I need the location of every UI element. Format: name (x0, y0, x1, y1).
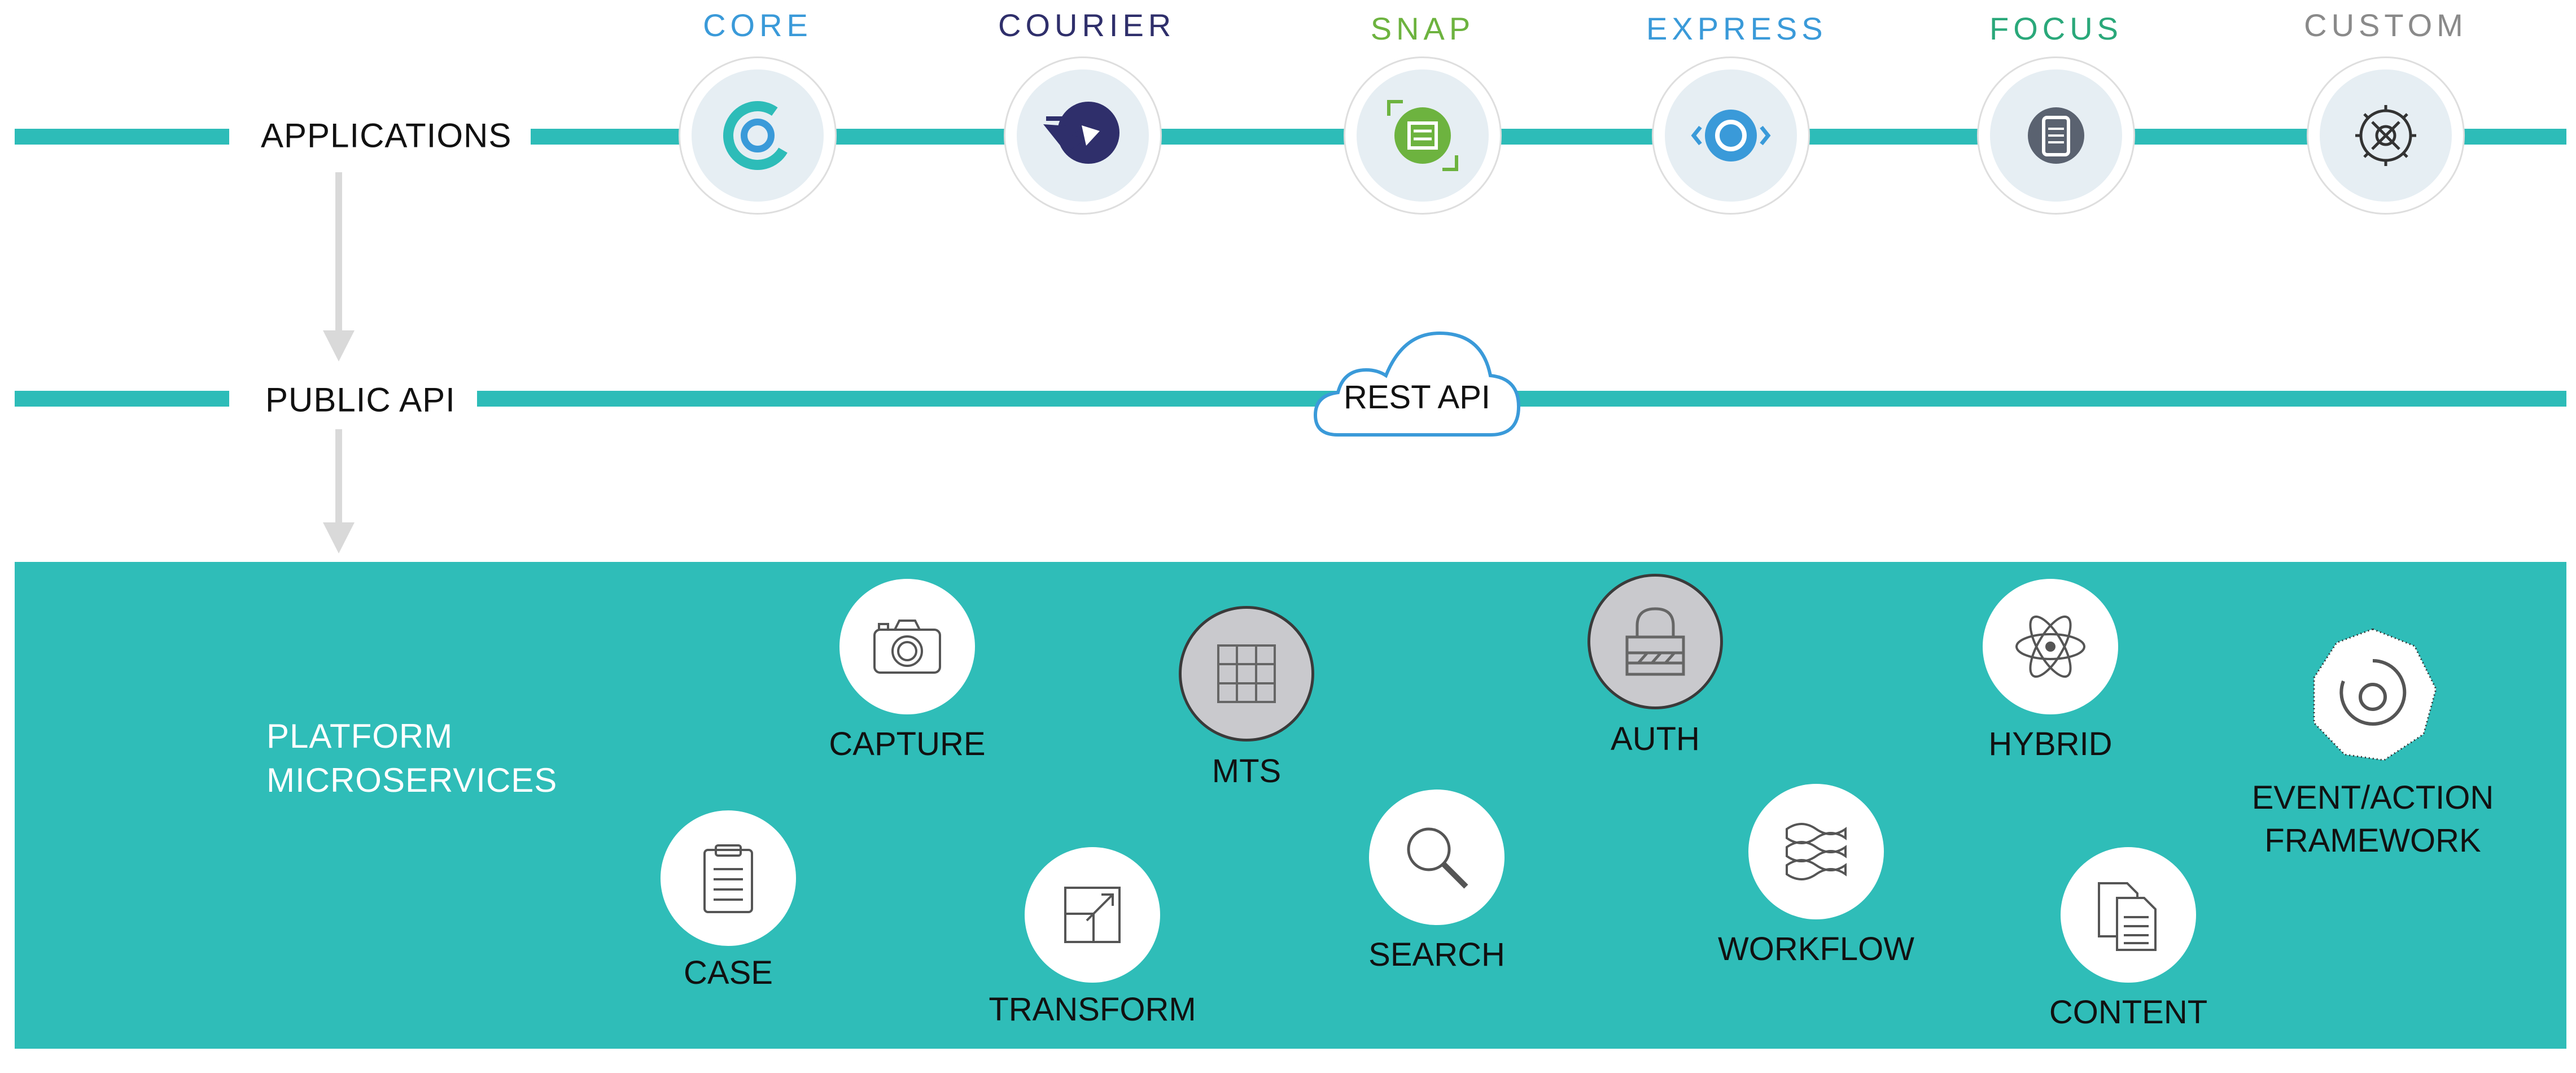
service-label: AUTH (1611, 721, 1700, 757)
app-custom[interactable]: CUSTOM (2301, 0, 2470, 226)
applications-line-left (15, 129, 229, 145)
service-label: CASE (684, 954, 773, 991)
focus-logo-icon (2028, 107, 2084, 164)
app-name: COURIER (998, 7, 1176, 43)
app-name: CUSTOM (2304, 7, 2468, 43)
snap-logo-icon (1387, 100, 1458, 171)
service-label: SEARCH (1368, 936, 1505, 973)
service-workflow[interactable]: WORKFLOW (1675, 784, 1957, 1010)
lock-icon (1625, 607, 1685, 676)
service-auth[interactable]: AUTH (1514, 574, 1796, 800)
arrow-down-icon (323, 429, 355, 553)
service-capture[interactable]: CAPTURE (766, 579, 1048, 805)
applications-layer-label: APPLICATIONS (261, 116, 512, 155)
app-core[interactable]: CORE (673, 0, 842, 226)
rest-api-label: REST API (1343, 379, 1491, 416)
public-api-line-left (15, 391, 229, 407)
service-label: TRANSFORM (989, 991, 1196, 1028)
platform-layer-label: PLATFORM MICROSERVICES (266, 717, 558, 799)
documents-icon (2098, 882, 2157, 951)
grid-icon (1217, 644, 1276, 703)
service-label: CONTENT (2049, 994, 2208, 1031)
service-content[interactable]: CONTENT (1987, 847, 2269, 1073)
service-label: EVENT/ACTION FRAMEWORK (2251, 779, 2494, 859)
clipboard-icon (703, 844, 753, 913)
app-snap[interactable]: SNAP (1338, 0, 1507, 226)
express-logo-icon (1691, 110, 1771, 162)
service-label: CAPTURE (829, 726, 986, 762)
service-event-action[interactable]: EVENT/ACTION FRAMEWORK (2232, 627, 2514, 859)
service-case[interactable]: CASE (587, 810, 869, 1036)
public-api-layer-label: PUBLIC API (265, 381, 456, 419)
arrow-down-icon (323, 172, 355, 361)
service-label: HYBRID (1988, 726, 2113, 762)
app-courier[interactable]: COURIER (998, 0, 1176, 226)
courier-logo-icon (1043, 102, 1119, 164)
atom-icon (2015, 615, 2085, 678)
app-name: FOCUS (1989, 11, 2123, 46)
resize-icon (1064, 887, 1121, 943)
service-search[interactable]: SEARCH (1296, 790, 1578, 1015)
app-name: EXPRESS (1646, 11, 1827, 46)
core-logo-icon (723, 101, 792, 170)
waves-icon (1786, 823, 1847, 880)
app-focus[interactable]: FOCUS (1971, 0, 2141, 226)
search-icon (1407, 827, 1468, 889)
service-label: WORKFLOW (1718, 931, 1914, 967)
octagon-icon (2313, 628, 2437, 761)
camera-icon (873, 620, 941, 674)
service-transform[interactable]: TRANSFORM (951, 847, 1234, 1073)
service-label: MTS (1212, 753, 1282, 790)
app-name: SNAP (1370, 11, 1475, 46)
app-express[interactable]: EXPRESS (1646, 0, 1827, 226)
app-name: CORE (703, 7, 812, 43)
service-hybrid[interactable]: HYBRID (1909, 579, 2192, 805)
custom-gear-icon (2355, 105, 2416, 166)
